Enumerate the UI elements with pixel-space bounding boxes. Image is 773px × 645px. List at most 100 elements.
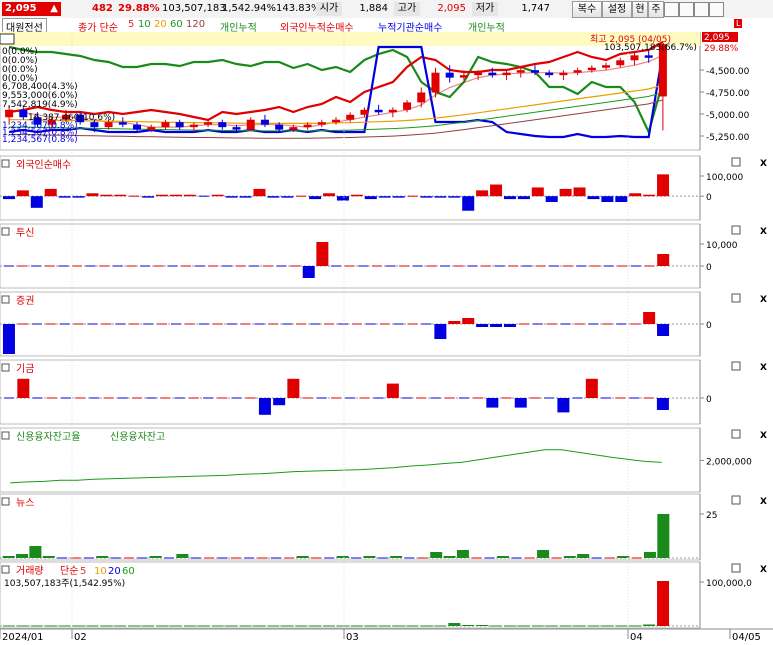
panel-lock-icon[interactable] [731, 293, 741, 303]
bar[interactable] [287, 378, 300, 398]
bar[interactable] [42, 556, 55, 558]
checkbox-icon[interactable] [0, 33, 15, 45]
multi-button[interactable]: 복수 [572, 1, 602, 18]
panel-toggle-icon[interactable] [1, 565, 10, 574]
bar[interactable] [617, 556, 630, 558]
candle-body[interactable] [246, 119, 255, 130]
bar[interactable] [643, 194, 656, 197]
bar[interactable] [573, 187, 586, 197]
bar[interactable] [587, 625, 600, 627]
bar[interactable] [601, 625, 614, 627]
bar[interactable] [420, 625, 433, 627]
candle-body[interactable] [417, 92, 426, 103]
bar[interactable] [30, 625, 43, 627]
bar[interactable] [601, 196, 614, 202]
bar[interactable] [462, 318, 475, 324]
bar[interactable] [563, 556, 576, 558]
candle-body[interactable] [5, 109, 14, 118]
bar[interactable] [281, 625, 294, 627]
current-button[interactable]: 현 [632, 1, 648, 18]
panel-toggle-icon[interactable] [1, 497, 10, 506]
bar[interactable] [559, 625, 572, 627]
bar[interactable] [503, 196, 516, 200]
bar[interactable] [72, 196, 85, 198]
bar[interactable] [378, 625, 391, 627]
bar[interactable] [434, 196, 447, 198]
candle-body[interactable] [602, 65, 611, 68]
bar[interactable] [225, 196, 238, 198]
bar[interactable] [443, 556, 456, 558]
bar[interactable] [364, 196, 377, 200]
bar[interactable] [114, 625, 127, 627]
bar[interactable] [643, 624, 656, 627]
bar[interactable] [643, 312, 656, 324]
candle-body[interactable] [317, 122, 326, 125]
candle-body[interactable] [530, 70, 539, 73]
bar[interactable] [657, 174, 670, 197]
candle-body[interactable] [232, 127, 241, 130]
bar[interactable] [16, 625, 29, 627]
bar[interactable] [295, 625, 308, 627]
bar[interactable] [176, 554, 189, 558]
bar[interactable] [378, 196, 391, 198]
panel-toggle-icon[interactable] [1, 363, 10, 372]
bar[interactable] [225, 625, 238, 627]
bar[interactable] [267, 196, 280, 198]
bar[interactable] [517, 625, 530, 627]
bar[interactable] [557, 398, 570, 413]
bar[interactable] [258, 398, 271, 415]
candle-body[interactable] [388, 109, 397, 113]
bar[interactable] [211, 625, 224, 627]
bar[interactable] [86, 193, 99, 197]
bar[interactable] [363, 556, 376, 558]
lock-icon[interactable]: L [734, 19, 743, 28]
bar[interactable] [503, 625, 516, 627]
bar[interactable] [350, 625, 363, 627]
bar[interactable] [462, 625, 475, 626]
bar[interactable] [490, 324, 503, 327]
candle-body[interactable] [431, 72, 440, 93]
bar[interactable] [128, 625, 141, 627]
candle-body[interactable] [289, 127, 298, 130]
bar[interactable] [16, 554, 29, 558]
candle-body[interactable] [218, 122, 227, 128]
bar[interactable] [58, 196, 71, 198]
bar[interactable] [392, 625, 405, 627]
candle-body[interactable] [204, 122, 213, 125]
candle-body[interactable] [403, 102, 412, 110]
bar[interactable] [281, 196, 294, 198]
bar[interactable] [253, 188, 266, 197]
bar[interactable] [273, 398, 286, 406]
bar[interactable] [434, 625, 447, 627]
candle-body[interactable] [360, 109, 369, 115]
bar[interactable] [253, 625, 266, 627]
bar[interactable] [149, 556, 162, 558]
bar[interactable] [2, 324, 15, 354]
bar[interactable] [615, 625, 628, 627]
candle-body[interactable] [346, 114, 355, 120]
bar[interactable] [476, 190, 489, 197]
bar[interactable] [448, 623, 461, 626]
bar[interactable] [364, 625, 377, 627]
bar[interactable] [490, 625, 503, 627]
bar[interactable] [629, 193, 642, 197]
settings-button[interactable]: 설정 [602, 1, 632, 18]
panel-toggle-icon[interactable] [1, 431, 10, 440]
bar[interactable] [629, 625, 642, 627]
candle-body[interactable] [616, 60, 625, 66]
bar[interactable] [656, 398, 669, 410]
bar[interactable] [239, 196, 252, 198]
candle-body[interactable] [587, 67, 596, 71]
bar[interactable] [559, 188, 572, 197]
bar[interactable] [169, 625, 182, 627]
panel-lock-icon[interactable] [731, 225, 741, 235]
stock-button[interactable]: 주 [648, 1, 664, 18]
layout-icon[interactable] [709, 2, 724, 17]
bar[interactable] [96, 556, 109, 558]
bar[interactable] [462, 196, 475, 211]
bar[interactable] [643, 552, 656, 558]
bar[interactable] [390, 556, 403, 558]
bar[interactable] [545, 625, 558, 627]
candle-body[interactable] [474, 72, 483, 76]
candle-body[interactable] [118, 122, 127, 125]
